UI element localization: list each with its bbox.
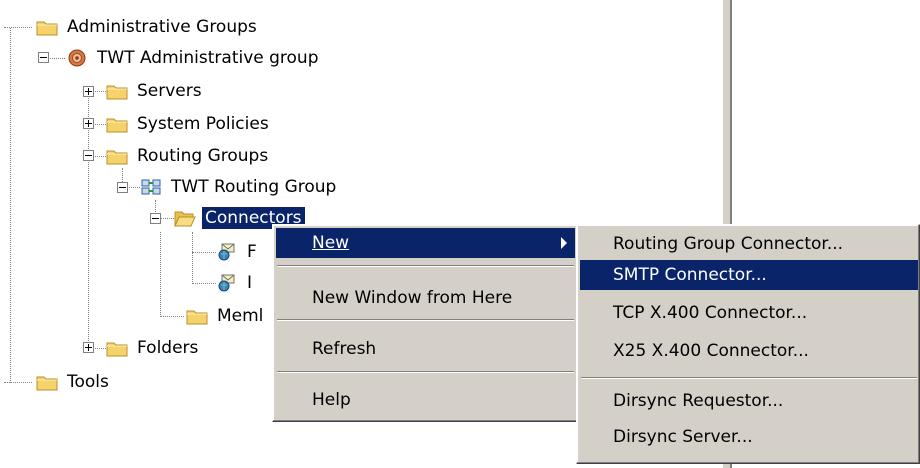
tree-item-label: TWT Routing Group bbox=[171, 177, 337, 197]
menu-item-label: Help bbox=[312, 390, 351, 410]
menu-item-new-window[interactable]: New Window from Here bbox=[276, 283, 575, 313]
tree-line bbox=[92, 124, 106, 125]
folder-icon bbox=[36, 21, 58, 36]
tree-line bbox=[10, 28, 11, 383]
folder-icon bbox=[106, 150, 128, 165]
tree-line bbox=[4, 382, 32, 383]
tree-item-label: Routing Groups bbox=[137, 146, 269, 166]
tree-line bbox=[4, 27, 32, 28]
tree-line bbox=[192, 232, 193, 284]
tree-item-label: F bbox=[247, 242, 257, 262]
menu-item-label: Routing Group Connector... bbox=[613, 234, 844, 254]
submenu-item-routing-group-connector[interactable]: Routing Group Connector... bbox=[580, 229, 918, 259]
tree-item-label: I bbox=[247, 273, 253, 293]
expand-collapse-icon[interactable] bbox=[38, 52, 49, 63]
menu-item-label: Refresh bbox=[312, 339, 377, 359]
menu-item-label: Dirsync Requestor... bbox=[613, 391, 784, 411]
submenu-item-smtp-connector[interactable]: SMTP Connector... bbox=[580, 260, 918, 290]
folder-icon bbox=[106, 342, 128, 357]
tree-item-label: Administrative Groups bbox=[67, 17, 257, 37]
tree-item-label: TWT Administrative group bbox=[97, 48, 319, 68]
menu-separator bbox=[581, 377, 917, 379]
tree-item-routing-groups[interactable]: Routing Groups bbox=[106, 144, 271, 168]
tree-line bbox=[92, 156, 106, 157]
submenu-item-x25-x400-connector[interactable]: X25 X.400 Connector... bbox=[580, 336, 918, 366]
expand-plus-icon[interactable] bbox=[83, 342, 94, 353]
menu-item-label: Dirsync Server... bbox=[613, 427, 753, 447]
tree-item-connector-2[interactable]: I bbox=[216, 271, 255, 295]
menu-item-refresh[interactable]: Refresh bbox=[276, 334, 575, 364]
tree-line bbox=[160, 316, 184, 317]
expand-collapse-icon[interactable] bbox=[117, 182, 128, 193]
expand-collapse-icon[interactable] bbox=[83, 150, 94, 161]
tree-line bbox=[192, 252, 216, 253]
tree-item-label: System Policies bbox=[137, 114, 269, 134]
tree-item-label: Tools bbox=[67, 372, 109, 392]
menu-separator bbox=[277, 265, 574, 267]
submenu-arrow-icon bbox=[561, 237, 567, 249]
folder-icon bbox=[36, 376, 58, 391]
tree-line bbox=[126, 187, 140, 188]
folder-icon bbox=[186, 310, 208, 325]
expand-plus-icon[interactable] bbox=[83, 86, 94, 97]
tree-line bbox=[47, 58, 65, 59]
menu-separator bbox=[277, 371, 574, 373]
folder-icon bbox=[106, 85, 128, 100]
tree-item-label: Servers bbox=[137, 81, 202, 101]
expand-plus-icon[interactable] bbox=[83, 118, 94, 129]
submenu-item-tcp-x400-connector[interactable]: TCP X.400 Connector... bbox=[580, 298, 918, 328]
tree-item-label: Folders bbox=[137, 338, 199, 358]
tree-item-tools[interactable]: Tools bbox=[36, 370, 112, 394]
menu-item-help[interactable]: Help bbox=[276, 385, 575, 415]
submenu-item-dirsync-requestor[interactable]: Dirsync Requestor... bbox=[580, 386, 918, 416]
menu-item-label: New Window from Here bbox=[312, 288, 513, 308]
tree-item-connector-1[interactable]: F bbox=[216, 240, 260, 264]
tree-item-twt-administrative-group[interactable]: TWT Administrative group bbox=[66, 46, 322, 70]
tree-item-system-policies[interactable]: System Policies bbox=[106, 112, 272, 136]
tree-line bbox=[160, 218, 174, 219]
menu-item-label: TCP X.400 Connector... bbox=[613, 303, 808, 323]
tree-line bbox=[92, 348, 106, 349]
tree-item-folders[interactable]: Folders bbox=[106, 336, 201, 360]
menu-item-label: SMTP Connector... bbox=[613, 265, 767, 285]
connector-icon bbox=[218, 243, 235, 261]
tree-item-label: Meml bbox=[217, 306, 264, 326]
tree-line bbox=[160, 232, 161, 317]
menu-item-new[interactable]: New bbox=[276, 228, 575, 258]
tree-item-twt-routing-group[interactable]: TWT Routing Group bbox=[140, 175, 339, 199]
tree-item-members[interactable]: Meml bbox=[186, 304, 266, 328]
connector-icon bbox=[218, 274, 235, 292]
folder-icon bbox=[106, 118, 128, 133]
context-menu: New New Window from Here Refresh Help bbox=[272, 224, 579, 422]
menu-separator bbox=[277, 319, 574, 321]
tree-item-administrative-groups[interactable]: Administrative Groups bbox=[36, 15, 260, 39]
tree-line bbox=[92, 91, 106, 92]
tree-line bbox=[88, 92, 89, 347]
menu-item-label: New bbox=[312, 233, 350, 253]
tree-item-servers[interactable]: Servers bbox=[106, 79, 205, 103]
submenu-item-dirsync-server[interactable]: Dirsync Server... bbox=[580, 422, 918, 452]
routing-group-icon bbox=[141, 179, 161, 195]
expand-collapse-icon[interactable] bbox=[150, 213, 161, 224]
open-folder-icon bbox=[174, 211, 196, 227]
menu-item-label: X25 X.400 Connector... bbox=[613, 341, 809, 361]
new-submenu: Routing Group Connector... SMTP Connecto… bbox=[576, 224, 920, 464]
tree-line bbox=[192, 283, 216, 284]
admin-group-icon bbox=[68, 49, 86, 67]
